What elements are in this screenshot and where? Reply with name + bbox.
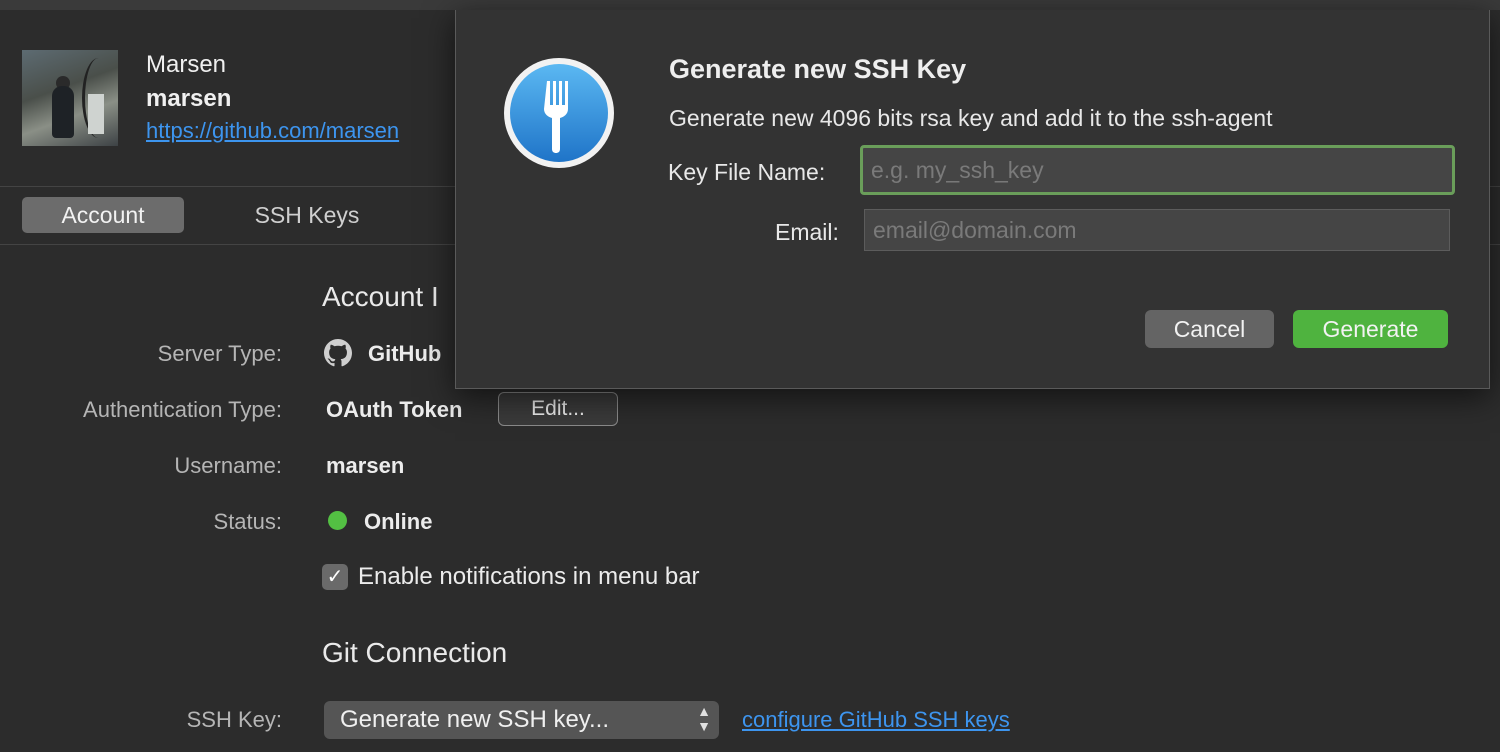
edit-auth-button[interactable]: Edit... <box>498 392 618 426</box>
profile-display-name: Marsen <box>146 51 227 78</box>
generate-ssh-key-dialog: Generate new SSH Key Generate new 4096 b… <box>455 10 1490 389</box>
status-indicator <box>328 511 347 530</box>
status-value: Online <box>364 509 433 534</box>
tab-account[interactable]: Account <box>22 197 184 233</box>
checkmark-icon: ✓ <box>326 566 344 588</box>
chevron-updown-icon: ▲ ▼ <box>697 703 711 734</box>
server-type-label: Server Type: <box>157 341 282 366</box>
email-input[interactable] <box>864 209 1450 251</box>
profile-info: Marsen marsen https://github.com/marsen <box>146 48 399 146</box>
fork-icon <box>504 58 614 168</box>
github-icon <box>324 339 352 367</box>
auth-type-label: Authentication Type: <box>83 397 282 422</box>
server-type-value: GitHub <box>368 341 442 366</box>
cancel-button[interactable]: Cancel <box>1145 310 1274 348</box>
dialog-title: Generate new SSH Key <box>669 54 967 84</box>
status-label: Status: <box>213 509 282 534</box>
email-label: Email: <box>775 219 839 245</box>
configure-ssh-keys-link[interactable]: configure GitHub SSH keys <box>742 707 1010 733</box>
dialog-message: Generate new 4096 bits rsa key and add i… <box>669 105 1273 131</box>
auth-type-value: OAuth Token <box>326 397 463 422</box>
username-value: marsen <box>326 453 405 478</box>
git-connection-title: Git Connection <box>322 637 508 668</box>
generate-button[interactable]: Generate <box>1293 310 1448 348</box>
ssh-key-label: SSH Key: <box>186 707 282 732</box>
account-info-title: Account I <box>322 281 439 312</box>
notifications-label: Enable notifications in menu bar <box>358 563 700 590</box>
profile-url-link[interactable]: https://github.com/marsen <box>146 116 399 146</box>
avatar <box>22 50 118 146</box>
tab-ssh-keys[interactable]: SSH Keys <box>226 197 388 233</box>
username-label: Username: <box>174 453 282 478</box>
key-file-name-label: Key File Name: <box>668 159 826 185</box>
ssh-key-selected-value: Generate new SSH key... <box>340 706 610 733</box>
key-file-name-input[interactable] <box>860 145 1455 195</box>
notifications-checkbox[interactable]: ✓ <box>322 564 348 590</box>
window-top-bar <box>0 0 1500 10</box>
ssh-key-select[interactable]: Generate new SSH key... ▲ ▼ <box>324 701 719 739</box>
profile-login: marsen <box>146 85 232 112</box>
